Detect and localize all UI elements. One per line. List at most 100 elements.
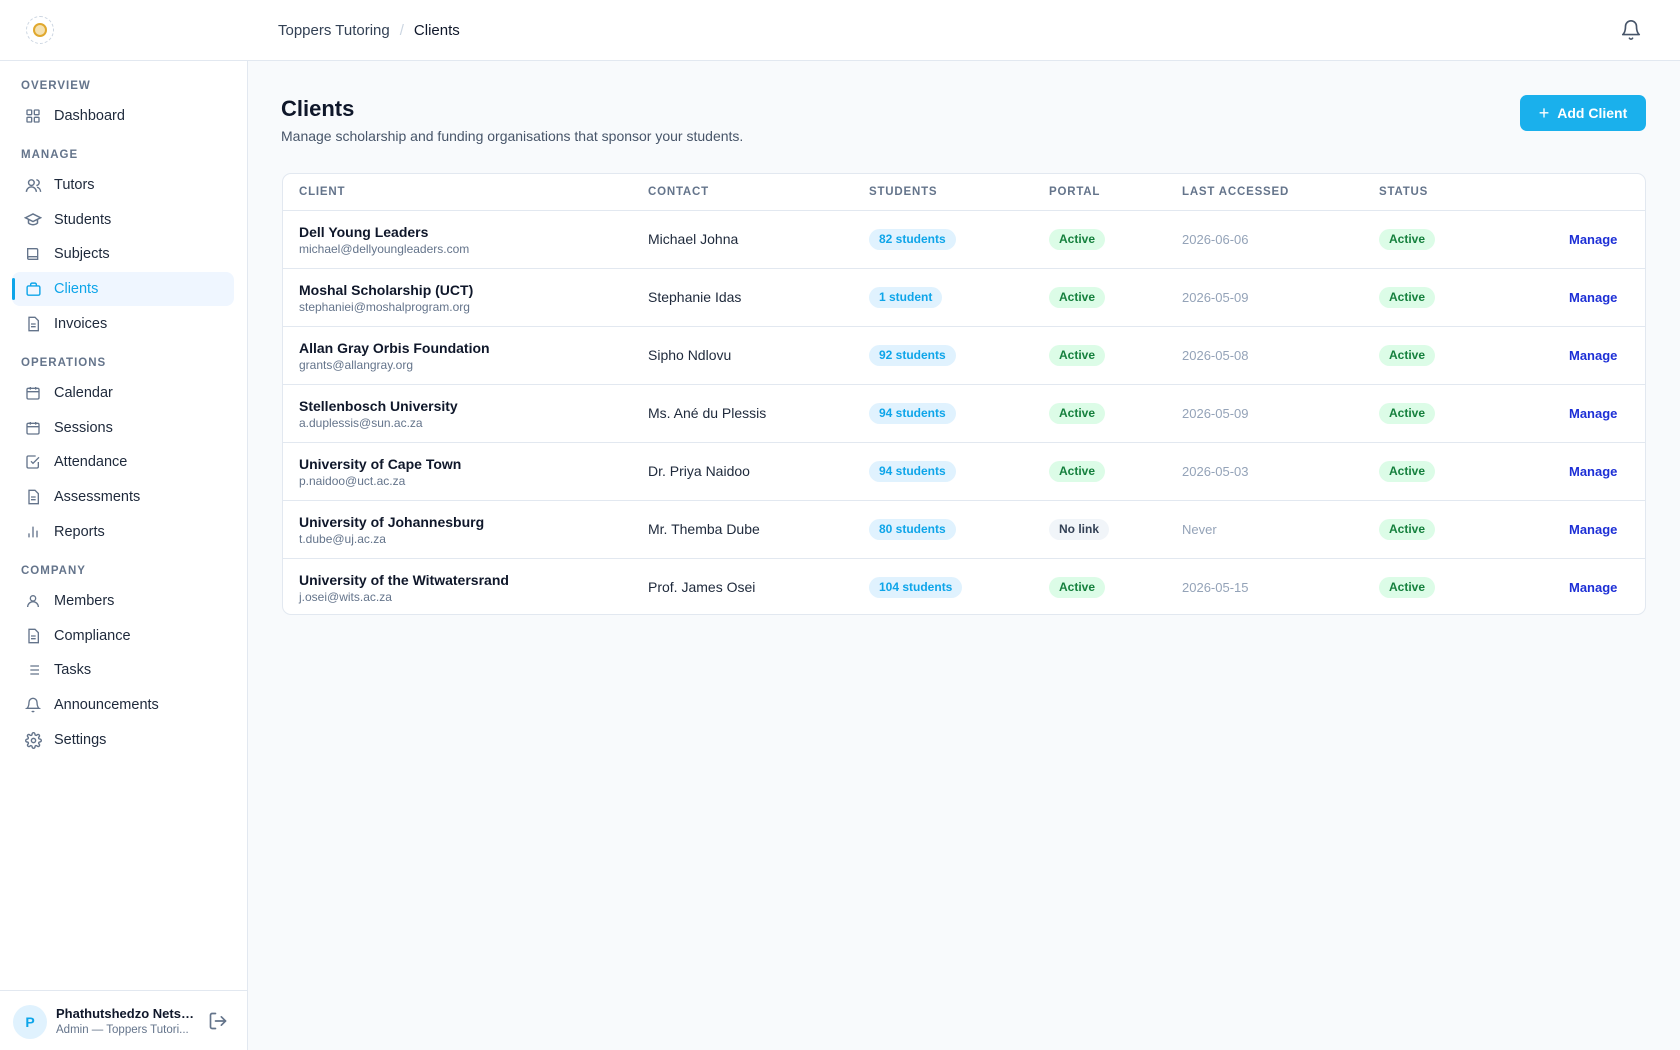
document-icon — [24, 627, 42, 645]
add-client-button[interactable]: + Add Client — [1520, 95, 1646, 131]
portal-badge: No link — [1049, 519, 1110, 540]
status-badge: Active — [1379, 461, 1436, 482]
contact-name: Dr. Priya Naidoo — [648, 463, 750, 479]
contact-name: Mr. Themba Dube — [648, 521, 760, 537]
book-icon — [24, 245, 42, 263]
column-header-portal: PORTAL — [1049, 186, 1101, 198]
sidebar-item-label: Sessions — [54, 420, 113, 436]
top-bar: Toppers Tutoring / Clients — [0, 0, 1680, 61]
last-accessed: 2026-06-06 — [1182, 232, 1249, 247]
sidebar-item-dashboard[interactable]: Dashboard — [12, 99, 234, 133]
column-header-contact: CONTACT — [648, 186, 709, 198]
table-row: Dell Young Leaders michael@dellyounglead… — [283, 211, 1645, 269]
sidebar-item-tasks[interactable]: Tasks — [12, 653, 234, 687]
sidebar-item-attendance[interactable]: Attendance — [12, 445, 234, 479]
user-name: Phathutshedzo Netsh... — [56, 1006, 196, 1021]
client-cell: University of Johannesburg t.dube@uj.ac.… — [299, 514, 484, 546]
calendar-icon — [24, 384, 42, 402]
manage-link[interactable]: Manage — [1569, 290, 1617, 305]
students-badge: 94 students — [869, 461, 956, 482]
breadcrumb-current: Clients — [413, 22, 460, 39]
sidebar-item-label: Tutors — [54, 177, 95, 193]
client-name: Allan Gray Orbis Foundation — [299, 340, 490, 356]
status-badge: Active — [1379, 577, 1436, 598]
breadcrumb-parent[interactable]: Toppers Tutoring — [278, 22, 390, 39]
client-cell: Moshal Scholarship (UCT) stephaniei@mosh… — [299, 282, 473, 314]
table-row: University of the Witwatersrand j.osei@w… — [283, 559, 1645, 614]
table-header: CLIENT CONTACT STUDENTS PORTAL LAST ACCE… — [283, 174, 1645, 211]
students-badge: 104 students — [869, 577, 963, 598]
grid-icon — [24, 107, 42, 125]
students-badge: 80 students — [869, 519, 956, 540]
sidebar-item-tutors[interactable]: Tutors — [12, 168, 234, 202]
sidebar-item-label: Clients — [54, 281, 99, 297]
logo-emblem — [33, 23, 47, 37]
manage-link[interactable]: Manage — [1569, 464, 1617, 479]
table-row: Allan Gray Orbis Foundation grants@allan… — [283, 327, 1645, 385]
portal-badge: Active — [1049, 461, 1106, 482]
sidebar-item-settings[interactable]: Settings — [12, 723, 234, 757]
manage-link[interactable]: Manage — [1569, 406, 1617, 421]
briefcase-icon — [24, 280, 42, 298]
contact-name: Prof. James Osei — [648, 579, 756, 595]
status-badge: Active — [1379, 403, 1436, 424]
manage-link[interactable]: Manage — [1569, 232, 1617, 247]
table-row: Stellenbosch University a.duplessis@sun.… — [283, 385, 1645, 443]
document-icon — [24, 315, 42, 333]
portal-badge: Active — [1049, 229, 1106, 250]
logout-icon[interactable] — [208, 1011, 228, 1031]
company-logo[interactable] — [26, 16, 54, 44]
students-badge: 1 student — [869, 287, 943, 308]
sidebar-item-label: Tasks — [54, 662, 92, 678]
sidebar-item-label: Announcements — [54, 697, 159, 713]
manage-link[interactable]: Manage — [1569, 522, 1617, 537]
sidebar-item-label: Members — [54, 593, 115, 609]
sidebar-item-subjects[interactable]: Subjects — [12, 237, 234, 271]
section-label-company: COMPANY — [21, 565, 86, 577]
section-label-operations: OPERATIONS — [21, 357, 107, 369]
plus-icon: + — [1538, 103, 1550, 123]
page-title: Clients — [281, 96, 355, 121]
client-name: Stellenbosch University — [299, 398, 458, 414]
contact-name: Stephanie Idas — [648, 289, 742, 305]
sidebar-item-label: Calendar — [54, 385, 113, 401]
sidebar-item-label: Students — [54, 212, 112, 228]
client-email: stephaniei@moshalprogram.org — [299, 300, 470, 314]
contact-name: Ms. Ané du Plessis — [648, 405, 767, 421]
client-email: t.dube@uj.ac.za — [299, 532, 386, 546]
sidebar-item-calendar[interactable]: Calendar — [12, 376, 234, 410]
status-badge: Active — [1379, 345, 1436, 366]
users-icon — [24, 176, 42, 194]
section-label-overview: OVERVIEW — [21, 80, 91, 92]
client-name: Moshal Scholarship (UCT) — [299, 282, 474, 298]
avatar[interactable]: P — [13, 1005, 47, 1039]
sidebar-item-clients[interactable]: Clients — [12, 272, 234, 306]
column-header-students: STUDENTS — [869, 186, 938, 198]
document-icon — [24, 488, 42, 506]
client-email: grants@allangray.org — [299, 358, 414, 372]
sidebar-item-sessions[interactable]: Sessions — [12, 411, 234, 445]
bell-icon[interactable] — [1620, 19, 1642, 41]
user-role: Admin — Toppers Tutori... — [56, 1024, 189, 1036]
portal-badge: Active — [1049, 577, 1106, 598]
contact-name: Michael Johna — [648, 231, 739, 247]
manage-link[interactable]: Manage — [1569, 580, 1617, 595]
sidebar-item-label: Compliance — [54, 628, 131, 644]
sidebar-item-compliance[interactable]: Compliance — [12, 619, 234, 653]
sidebar-item-members[interactable]: Members — [12, 584, 234, 618]
sidebar-item-assessments[interactable]: Assessments — [12, 480, 234, 514]
client-email: michael@dellyoungleaders.com — [299, 242, 470, 256]
client-email: p.naidoo@uct.ac.za — [299, 474, 406, 488]
list-icon — [24, 661, 42, 679]
calendar-icon — [24, 419, 42, 437]
last-accessed: Never — [1182, 522, 1217, 537]
sidebar-item-students[interactable]: Students — [12, 203, 234, 237]
sidebar-item-announcements[interactable]: Announcements — [12, 688, 234, 722]
status-badge: Active — [1379, 519, 1436, 540]
sidebar-item-invoices[interactable]: Invoices — [12, 307, 234, 341]
client-email: a.duplessis@sun.ac.za — [299, 416, 423, 430]
students-badge: 92 students — [869, 345, 956, 366]
last-accessed: 2026-05-15 — [1182, 580, 1249, 595]
manage-link[interactable]: Manage — [1569, 348, 1617, 363]
sidebar-item-reports[interactable]: Reports — [12, 515, 234, 549]
